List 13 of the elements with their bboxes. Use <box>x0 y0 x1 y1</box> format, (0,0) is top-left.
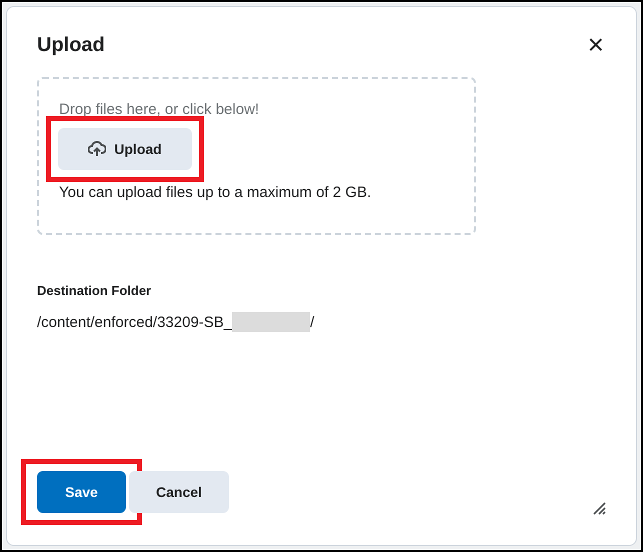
resize-grip-icon <box>592 501 606 515</box>
drop-zone[interactable]: Drop files here, or click below! Upload You can upload files up to a maximum of 2 GB. <box>37 77 476 235</box>
save-button[interactable]: Save <box>37 471 126 513</box>
size-limit-note: You can upload files up to a maximum of 2 GB. <box>59 184 372 201</box>
folder-path: /content/enforced/33209-SB_ <box>37 314 232 330</box>
destination-label: Destination Folder <box>37 283 152 298</box>
folder-path: / <box>310 314 314 330</box>
drop-hint: Drop files here, or click below! <box>59 101 260 118</box>
close-button[interactable]: × <box>586 33 606 57</box>
upload-button[interactable]: Upload <box>58 128 192 170</box>
dialog-title: Upload <box>37 34 105 56</box>
cloud-upload-icon <box>88 141 106 157</box>
cancel-button[interactable]: Cancel <box>129 471 229 513</box>
